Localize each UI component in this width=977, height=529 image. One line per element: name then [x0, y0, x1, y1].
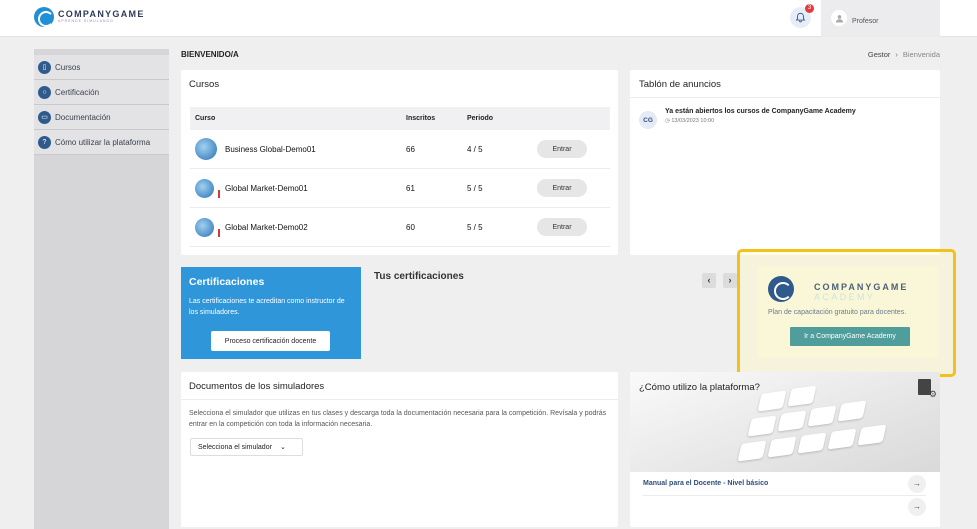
documents-title: Documentos de los simuladores: [189, 381, 325, 392]
announcement-date: ◷ 13/03/2023 10:00: [665, 118, 715, 124]
course-inscritos: 66: [406, 144, 415, 154]
profile-menu[interactable]: Profesor: [821, 0, 940, 37]
enter-course-button[interactable]: Entrar: [537, 140, 587, 158]
file-settings-icon: [918, 379, 937, 400]
book-icon: ▯: [38, 60, 51, 74]
documents-card: Documentos de los simuladores Selecciona…: [181, 372, 618, 527]
certifications-description: Las certificaciones te acreditan como in…: [189, 298, 345, 316]
company-logo[interactable]: COMPANYGAME APRENDE SIMULANDO: [34, 7, 145, 27]
sidebar-item-como-utilizar[interactable]: ? Cómo utilizar la plataforma: [34, 130, 169, 155]
course-name: Business Global-Demo01: [225, 144, 316, 154]
courses-title: Cursos: [189, 79, 220, 90]
divider: [181, 399, 618, 400]
profile-role: Profesor: [852, 18, 879, 25]
simulator-select-value: Selecciona el simulador: [198, 443, 272, 451]
documents-description: Selecciona el simulador que utilizas en …: [189, 410, 607, 428]
page-title: BIENVENIDO/A: [181, 50, 239, 59]
academy-logo-icon: [768, 276, 794, 302]
simulator-globe-icon: [195, 138, 217, 160]
course-inscritos: 61: [406, 183, 415, 193]
enter-course-button[interactable]: Entrar: [537, 218, 587, 236]
go-to-academy-button[interactable]: Ir a CompanyGame Academy: [790, 327, 910, 346]
courses-table: Curso Inscritos Periodo Business Global-…: [190, 107, 610, 247]
course-periodo: 4 / 5: [467, 144, 483, 154]
academy-description: Plan de capacitación gratuito para docen…: [768, 309, 907, 316]
course-inscritos: 60: [406, 222, 415, 232]
avatar-icon: [831, 10, 847, 26]
manual-link[interactable]: Manual para el Docente - Nivel básico: [643, 480, 768, 487]
sidebar: ▯ Cursos ○ Certificación ▭ Documentación…: [34, 49, 169, 529]
column-header-inscritos: Inscritos: [406, 115, 436, 122]
announcements-card: Tablón de anuncios CG Ya están abiertos …: [630, 70, 940, 255]
breadcrumb-separator-icon: ›: [895, 50, 898, 59]
column-header-periodo: Periodo: [467, 115, 494, 122]
table-row: Business Global-Demo01 66 4 / 5 Entrar: [190, 130, 610, 169]
course-periodo: 5 / 5: [467, 222, 483, 232]
breadcrumb: Gestor › Bienvenida: [868, 50, 940, 59]
logo-mark-icon: [34, 7, 54, 27]
table-header: Curso Inscritos Periodo: [190, 107, 610, 130]
announcement-author-badge: CG: [639, 111, 657, 129]
table-row: Global Market-Demo02 60 5 / 5 Entrar: [190, 208, 610, 247]
arrow-right-icon[interactable]: →: [908, 475, 926, 493]
column-header-curso: Curso: [195, 115, 216, 122]
courses-card: Cursos Curso Inscritos Periodo Business …: [181, 70, 618, 255]
announcement-item[interactable]: CG Ya están abiertos los cursos de Compa…: [639, 108, 934, 129]
carousel-next-button[interactable]: ›: [723, 273, 737, 288]
notifications-count-badge: 3: [805, 4, 814, 13]
top-bar: COMPANYGAME APRENDE SIMULANDO 3 Profesor: [0, 0, 977, 37]
simulator-select[interactable]: Selecciona el simulador ⌄: [190, 438, 303, 456]
announcement-title: Ya están abiertos los cursos de CompanyG…: [665, 108, 856, 115]
sidebar-item-label: Cursos: [55, 62, 81, 72]
certifications-panel: Certificaciones Las certificaciones te a…: [181, 267, 361, 359]
academy-card: COMPANYGAME ACADEMY Plan de capacitación…: [758, 266, 938, 358]
simulator-market-icon: [195, 217, 220, 237]
sidebar-item-label: Cómo utilizar la plataforma: [55, 137, 151, 147]
academy-name-line1: COMPANYGAME: [814, 282, 909, 292]
course-name: Global Market-Demo02: [225, 222, 308, 232]
table-row: Global Market-Demo01 61 5 / 5 Entrar: [190, 169, 610, 208]
sidebar-item-label: Certificación: [55, 87, 100, 97]
divider: [643, 495, 926, 496]
course-periodo: 5 / 5: [467, 183, 483, 193]
course-name: Global Market-Demo01: [225, 183, 308, 193]
announcements-title: Tablón de anuncios: [639, 79, 721, 90]
sidebar-item-certificacion[interactable]: ○ Certificación: [34, 80, 169, 105]
academy-name-line2: ACADEMY: [814, 292, 876, 302]
folder-icon: ▭: [38, 110, 51, 124]
how-to-title: ¿Cómo utilizo la plataforma?: [639, 382, 760, 393]
my-certifications-title: Tus certificaciones: [374, 271, 464, 282]
help-icon: ?: [38, 135, 51, 149]
simulator-market-icon: [195, 178, 220, 198]
bell-icon: [795, 12, 806, 23]
arrow-right-icon[interactable]: →: [908, 498, 926, 516]
award-icon: ○: [38, 85, 51, 99]
chevron-down-icon: ⌄: [279, 444, 286, 451]
logo-tagline: APRENDE SIMULANDO: [58, 19, 114, 24]
certification-process-button[interactable]: Proceso certificación docente: [211, 331, 330, 351]
sidebar-item-documentacion[interactable]: ▭ Documentación: [34, 105, 169, 130]
breadcrumb-gestor[interactable]: Gestor: [868, 50, 891, 59]
logo-name: COMPANYGAME: [58, 9, 145, 20]
how-to-card: ¿Cómo utilizo la plataforma? Manual para…: [630, 372, 940, 527]
notifications-button[interactable]: 3: [790, 4, 814, 28]
sidebar-item-label: Documentación: [55, 112, 111, 122]
breadcrumb-bienvenida: Bienvenida: [902, 50, 940, 59]
sidebar-item-cursos[interactable]: ▯ Cursos: [34, 55, 169, 80]
certifications-title: Certificaciones: [189, 276, 265, 288]
enter-course-button[interactable]: Entrar: [537, 179, 587, 197]
carousel-prev-button[interactable]: ‹: [702, 273, 716, 288]
divider: [630, 97, 940, 98]
